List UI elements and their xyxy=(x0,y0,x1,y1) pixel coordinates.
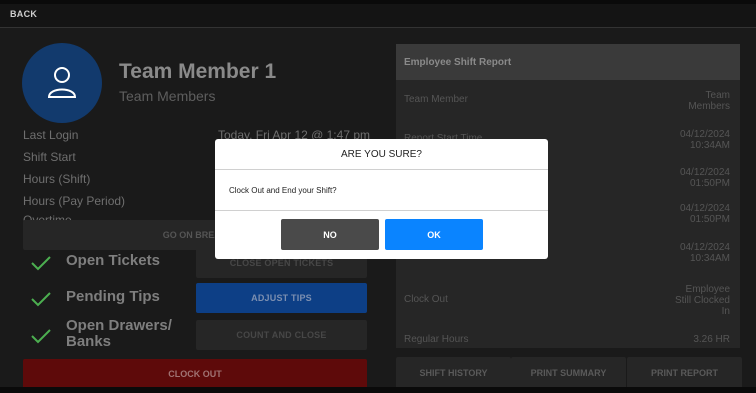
confirm-dialog: ARE YOU SURE? Clock Out and End your Shi… xyxy=(215,139,548,259)
no-button[interactable]: NO xyxy=(281,219,379,250)
report-row-value: 04/12/2024 01:50PM xyxy=(679,167,730,189)
report-row-value: Team Members xyxy=(688,90,730,112)
print-report-button[interactable]: PRINT REPORT xyxy=(627,357,742,389)
report-row-value: 04/12/2024 10:34AM xyxy=(679,242,730,264)
info-label-shift-start: Shift Start xyxy=(23,150,76,164)
clock-out-button[interactable]: CLOCK OUT xyxy=(23,359,367,389)
info-label-last-login: Last Login xyxy=(23,128,79,142)
dialog-message: Clock Out and End your Shift? xyxy=(215,170,548,211)
report-row-label: Regular Hours xyxy=(404,334,469,345)
report-row-label: Clock Out xyxy=(404,294,448,305)
shift-history-button[interactable]: SHIFT HISTORY xyxy=(396,357,511,389)
bottom-frame xyxy=(0,387,756,393)
member-role: Team Members xyxy=(119,88,216,104)
back-button[interactable]: BACK xyxy=(10,9,37,19)
report-row-value: 04/12/2024 10:34AM xyxy=(679,129,730,151)
dialog-title: ARE YOU SURE? xyxy=(215,139,548,170)
top-bar: BACK xyxy=(0,0,756,28)
user-icon xyxy=(47,67,77,98)
task-label-open-drawers: Open Drawers/ Banks xyxy=(66,317,172,350)
ok-button[interactable]: OK xyxy=(385,219,483,250)
count-and-close-button[interactable]: COUNT AND CLOSE xyxy=(196,320,367,350)
member-name: Team Member 1 xyxy=(119,60,277,83)
report-row-label: Team Member xyxy=(404,94,468,105)
report-row-value: 04/12/2024 01:50PM xyxy=(679,203,730,225)
report-title: Employee Shift Report xyxy=(396,44,740,80)
info-label-hours-shift: Hours (Shift) xyxy=(23,172,91,186)
check-icon xyxy=(31,292,51,307)
print-summary-button[interactable]: PRINT SUMMARY xyxy=(511,357,626,389)
check-icon xyxy=(31,329,51,344)
report-row-value: Employee Still Clocked In xyxy=(674,284,730,317)
task-label-open-tickets: Open Tickets xyxy=(66,252,160,269)
task-label-pending-tips: Pending Tips xyxy=(66,288,160,305)
avatar xyxy=(22,43,102,123)
info-label-hours-pay-period: Hours (Pay Period) xyxy=(23,194,126,208)
adjust-tips-button[interactable]: ADJUST TIPS xyxy=(196,283,367,313)
check-icon xyxy=(31,256,51,271)
report-row-value: 3.26 HR xyxy=(693,334,730,345)
